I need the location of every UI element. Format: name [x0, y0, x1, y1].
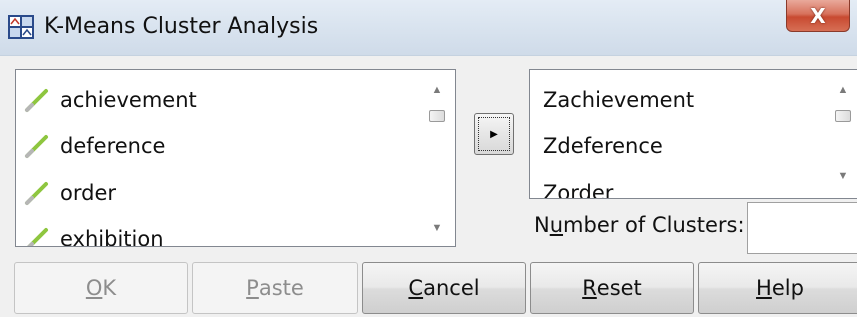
scale-ruler-icon: [25, 182, 48, 205]
list-item[interactable]: exhibition: [16, 216, 164, 247]
source-variables-list[interactable]: achievement deference order exhibition ▲…: [15, 69, 456, 247]
scroll-down-icon[interactable]: ▼: [419, 222, 455, 234]
spss-app-icon: [8, 15, 34, 39]
list-item-label: Zachievement: [543, 88, 695, 112]
scale-ruler-icon: [25, 89, 48, 112]
close-button[interactable]: X: [786, 0, 850, 32]
scroll-up-icon[interactable]: ▲: [825, 84, 857, 96]
list-item[interactable]: Zdeference: [530, 123, 663, 169]
number-of-clusters-input[interactable]: [747, 202, 857, 254]
number-of-clusters-label: Number of Clusters:: [534, 213, 745, 237]
list-item-label: deference: [60, 134, 166, 158]
list-item[interactable]: Zorder: [530, 170, 614, 199]
scroll-thumb[interactable]: [835, 110, 851, 122]
reset-button[interactable]: Reset: [530, 262, 694, 314]
list-item[interactable]: deference: [16, 123, 165, 169]
ok-button[interactable]: OK: [14, 262, 188, 314]
source-list-scrollbar[interactable]: ▲ ▼: [419, 70, 455, 246]
list-item-label: Zorder: [543, 181, 614, 199]
list-item-label: Zdeference: [543, 134, 663, 158]
help-button[interactable]: Help: [698, 262, 857, 314]
list-item[interactable]: Zachievement: [530, 77, 694, 123]
paste-button[interactable]: Paste: [192, 262, 358, 314]
list-item-label: exhibition: [60, 227, 164, 247]
close-icon: X: [810, 3, 826, 28]
scroll-down-icon[interactable]: ▼: [825, 170, 857, 182]
move-to-variables-button[interactable]: ▶: [474, 113, 514, 155]
cancel-button[interactable]: Cancel: [362, 262, 526, 314]
list-item[interactable]: order: [16, 170, 116, 216]
scroll-thumb[interactable]: [429, 110, 445, 122]
selected-list-scrollbar[interactable]: ▲ ▼: [825, 70, 857, 198]
list-item-label: order: [60, 181, 116, 205]
scroll-up-icon[interactable]: ▲: [419, 84, 455, 96]
title-bar: K-Means Cluster Analysis X: [0, 0, 857, 56]
list-item-label: achievement: [60, 88, 197, 112]
scale-ruler-icon: [27, 228, 48, 246]
arrow-right-icon: ▶: [490, 128, 498, 140]
window-title: K-Means Cluster Analysis: [44, 14, 319, 39]
selected-variables-list[interactable]: Zachievement Zdeference Zorder ▲ ▼: [529, 69, 857, 199]
scale-ruler-icon: [25, 135, 48, 158]
list-item[interactable]: achievement: [16, 77, 197, 123]
